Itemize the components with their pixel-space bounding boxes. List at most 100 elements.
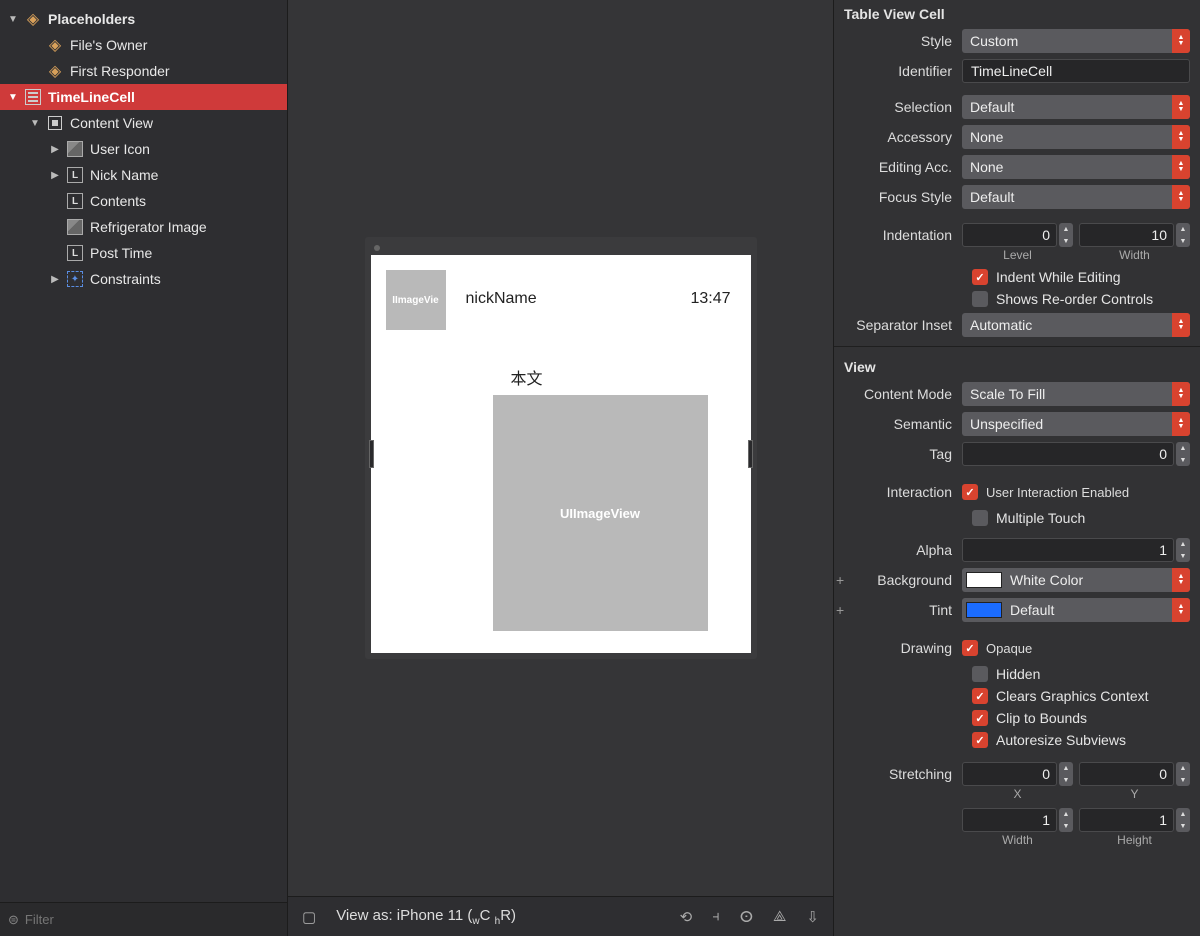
opaque-check[interactable] [962, 640, 978, 656]
imageview-icon [66, 140, 84, 158]
checkbox-icon [972, 269, 988, 285]
label-icon: L [66, 166, 84, 184]
stepper[interactable]: ▲▼ [1176, 442, 1190, 466]
outline-refrigerator-image[interactable]: Refrigerator Image [0, 214, 287, 240]
canvas: IImageVie nickName 13:47 本文 UIImageView … [288, 0, 833, 936]
popup-arrows-icon: ▲▼ [1172, 568, 1190, 592]
selection-popup[interactable]: Default▲▼ [962, 95, 1190, 119]
color-swatch [966, 602, 1002, 618]
disclosure-icon[interactable] [8, 14, 18, 25]
disclosure-icon[interactable] [50, 170, 60, 181]
outline-nick-name[interactable]: L Nick Name [0, 162, 287, 188]
style-popup[interactable]: Custom▲▼ [962, 29, 1190, 53]
stepper[interactable]: ▲▼ [1176, 762, 1190, 786]
editing-acc-popup[interactable]: None▲▼ [962, 155, 1190, 179]
shows-reorder-check[interactable]: Shows Re-order Controls [834, 288, 1200, 310]
preview-contents[interactable]: 本文 [511, 365, 543, 389]
stepper[interactable]: ▲▼ [1176, 808, 1190, 832]
outline-filter-input[interactable] [25, 912, 279, 927]
disclosure-icon[interactable] [50, 144, 60, 155]
device-frame: IImageVie nickName 13:47 本文 UIImageView [365, 237, 757, 659]
disclosure-icon[interactable] [8, 92, 18, 103]
popup-arrows-icon: ▲▼ [1172, 382, 1190, 406]
section-table-view-cell: Table View Cell [834, 0, 1200, 26]
outline-user-icon[interactable]: User Icon [0, 136, 287, 162]
outline-files-owner[interactable]: ◈ File's Owner [0, 32, 287, 58]
cube-icon: ◈ [24, 10, 42, 28]
add-icon[interactable]: + [836, 602, 844, 618]
filter-icon: ⊜ [8, 912, 19, 928]
stretch-y-field[interactable]: 0 [1079, 762, 1174, 786]
accessory-popup[interactable]: None▲▼ [962, 125, 1190, 149]
clears-ctx-check[interactable]: Clears Graphics Context [834, 685, 1200, 707]
background-color-popup[interactable]: White Color▲▼ [962, 568, 1190, 592]
popup-arrows-icon: ▲▼ [1172, 125, 1190, 149]
view-as-button[interactable]: View as: iPhone 11 (wC hR) [336, 907, 516, 927]
semantic-popup[interactable]: Unspecified▲▼ [962, 412, 1190, 436]
tint-color-popup[interactable]: Default▲▼ [962, 598, 1190, 622]
preview-user-icon[interactable]: IImageVie [386, 270, 446, 330]
resize-handle-right[interactable] [748, 440, 753, 468]
cube-icon: ◈ [46, 36, 64, 54]
disclosure-icon[interactable] [30, 118, 40, 129]
disclosure-spacer [30, 40, 40, 51]
outline-first-responder[interactable]: ◈ First Responder [0, 58, 287, 84]
focus-style-popup[interactable]: Default▲▼ [962, 185, 1190, 209]
alpha-field[interactable]: 1 [962, 538, 1174, 562]
cell-preview[interactable]: IImageVie nickName 13:47 本文 UIImageView [371, 255, 751, 653]
preview-refrigerator-image[interactable]: UIImageView [493, 395, 708, 631]
resize-handle-left[interactable] [369, 440, 374, 468]
stretch-w-field[interactable]: 1 [962, 808, 1057, 832]
align-icon[interactable]: ⫞ [712, 908, 720, 925]
popup-arrows-icon: ▲▼ [1172, 185, 1190, 209]
color-swatch [966, 572, 1002, 588]
cube-icon: ◈ [46, 62, 64, 80]
stepper[interactable]: ▲▼ [1059, 762, 1073, 786]
outline-post-time[interactable]: L Post Time [0, 240, 287, 266]
clip-bounds-check[interactable]: Clip to Bounds [834, 707, 1200, 729]
autoresize-check[interactable]: Autoresize Subviews [834, 729, 1200, 751]
outline-placeholders[interactable]: ◈ Placeholders [0, 6, 287, 32]
stepper[interactable]: ▲▼ [1176, 538, 1190, 562]
stepper[interactable]: ▲▼ [1176, 223, 1190, 247]
pin-icon[interactable]: ⵙ [740, 908, 753, 926]
outline-filter-bar: ⊜ [0, 902, 287, 936]
outline-contents[interactable]: L Contents [0, 188, 287, 214]
outline-tree[interactable]: ◈ Placeholders ◈ File's Owner ◈ First Re… [0, 0, 287, 902]
indent-width-field[interactable]: 10 [1079, 223, 1174, 247]
embed-icon[interactable]: ⇩ [806, 908, 819, 926]
separator-inset-popup[interactable]: Automatic▲▼ [962, 313, 1190, 337]
outline-constraints[interactable]: ✦ Constraints [0, 266, 287, 292]
add-icon[interactable]: + [836, 572, 844, 588]
multiple-touch-check[interactable]: Multiple Touch [834, 507, 1200, 529]
popup-arrows-icon: ▲▼ [1172, 313, 1190, 337]
stepper[interactable]: ▲▼ [1059, 223, 1073, 247]
update-frames-icon[interactable]: ⟲ [680, 908, 693, 926]
resolve-icon[interactable]: ⟁ [773, 908, 786, 925]
constraints-icon: ✦ [66, 270, 84, 288]
canvas-area[interactable]: IImageVie nickName 13:47 本文 UIImageView [288, 0, 833, 896]
label-icon: L [66, 192, 84, 210]
panel-toggle-icon[interactable]: ▢ [302, 908, 316, 926]
indent-level-field[interactable]: 0 [962, 223, 1057, 247]
popup-arrows-icon: ▲▼ [1172, 412, 1190, 436]
stretch-x-field[interactable]: 0 [962, 762, 1057, 786]
attributes-inspector[interactable]: Table View Cell Style Custom▲▼ Identifie… [833, 0, 1200, 936]
checkbox-icon [972, 291, 988, 307]
disclosure-icon[interactable] [50, 274, 60, 285]
popup-arrows-icon: ▲▼ [1172, 29, 1190, 53]
user-interaction-check[interactable] [962, 484, 978, 500]
preview-post-time[interactable]: 13:47 [690, 290, 730, 308]
identifier-field[interactable] [962, 59, 1190, 83]
content-mode-popup[interactable]: Scale To Fill▲▼ [962, 382, 1190, 406]
tag-field[interactable]: 0 [962, 442, 1174, 466]
outline-content-view[interactable]: Content View [0, 110, 287, 136]
hidden-check-row[interactable]: +Hidden [834, 663, 1200, 685]
imageview-icon [66, 218, 84, 236]
indent-while-editing-check[interactable]: Indent While Editing [834, 266, 1200, 288]
preview-nickname[interactable]: nickName [466, 290, 537, 308]
stretch-h-field[interactable]: 1 [1079, 808, 1174, 832]
checkbox-icon [972, 510, 988, 526]
stepper[interactable]: ▲▼ [1059, 808, 1073, 832]
outline-timeline-cell[interactable]: TimeLineCell [0, 84, 287, 110]
